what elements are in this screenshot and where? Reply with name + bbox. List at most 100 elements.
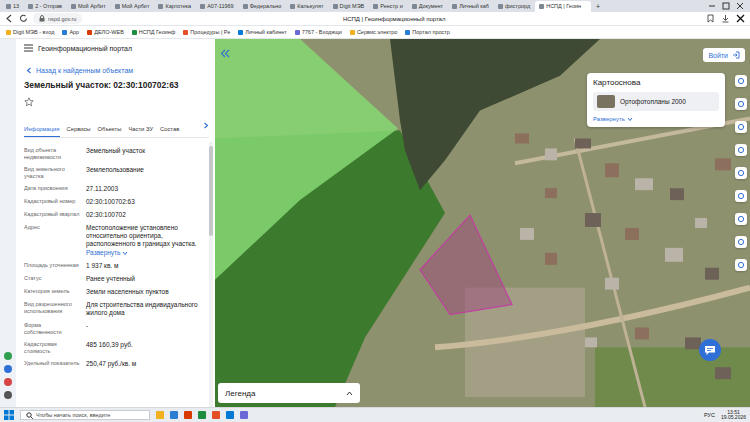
browser-tab[interactable]: Мой Арбит (111, 1, 154, 12)
extension-icon[interactable] (736, 14, 745, 23)
taskbar-app-icon[interactable] (198, 411, 206, 419)
bookmark[interactable]: Личный кабинет (238, 29, 286, 35)
taskbar-app-icon[interactable] (226, 411, 234, 419)
browser-tab[interactable]: Федерально (239, 1, 286, 12)
browser-tab[interactable]: Digit МЭВ (329, 1, 369, 12)
taskbar-app-icon[interactable] (240, 411, 248, 419)
bookmark-favicon-icon (87, 30, 92, 35)
search-icon[interactable] (735, 121, 747, 133)
chevron-right-icon (203, 122, 209, 129)
attribute-value: Земли населенных пунктов (86, 288, 207, 296)
chat-button[interactable] (699, 339, 721, 361)
layers-icon[interactable] (735, 98, 747, 110)
bookmark[interactable]: App (62, 29, 79, 35)
browser-tab[interactable]: фистрорд (494, 1, 534, 12)
bookmark[interactable]: Сервис электро (350, 29, 397, 35)
taskbar-search[interactable]: Чтобы начать поиск, введите (20, 410, 150, 420)
clock[interactable]: 13:5119.05.2026 (721, 410, 746, 421)
menu-icon[interactable] (24, 44, 33, 52)
panel-tab[interactable]: Информация (24, 124, 60, 137)
panel-tab[interactable]: Объекты (98, 124, 122, 137)
attribute-row: Удельный показатель250,47 руб./кв. м (24, 358, 207, 371)
bookmark[interactable]: НСПД Геоинф (132, 29, 176, 35)
bookmark[interactable]: Digit МЭВ - вход (6, 29, 54, 35)
bookmark-icon[interactable] (706, 14, 715, 23)
maximize-icon[interactable] (722, 2, 730, 10)
tabs-scroll-button[interactable] (203, 115, 209, 137)
map-toolbar (735, 75, 747, 271)
back-icon[interactable] (5, 14, 14, 23)
scrollbar[interactable] (209, 142, 213, 407)
refresh-icon[interactable] (19, 14, 28, 23)
new-tab-button[interactable]: + (592, 3, 604, 10)
url-field[interactable]: nspd.gov.ru (33, 13, 82, 24)
taskbar: Чтобы начать поиск, введите РУС 13:5119.05… (0, 407, 750, 422)
mail-icon[interactable] (4, 365, 12, 373)
browser-tab[interactable]: НСПД | Геоин (535, 1, 591, 12)
locate-icon[interactable] (735, 259, 747, 271)
panel-tab[interactable]: Части ЗУ (128, 124, 153, 137)
bookmark[interactable]: 7767 - Входящи (295, 29, 342, 35)
panel-tab[interactable]: Сервисы (67, 124, 91, 137)
info-panel: Геоинформационный портал Назад к найденны… (16, 39, 215, 407)
favicon-icon (333, 4, 338, 9)
settings-icon[interactable] (4, 391, 12, 399)
screen: 132 - ОтправМой АрбитМой АрбитКартотекаА… (0, 0, 750, 422)
close-icon[interactable] (736, 2, 744, 10)
taskbar-app-icon[interactable] (156, 411, 164, 419)
browser-tab[interactable]: 2 - Отправ (24, 1, 66, 12)
browser-tab[interactable]: Личный каб (448, 1, 493, 12)
map[interactable]: ВойтиКартоосноваОртофотопланы 2000Развер… (215, 39, 750, 407)
portal-header: Геоинформационный портал (24, 39, 215, 57)
print-icon[interactable] (735, 167, 747, 179)
basemap-option[interactable]: Ортофотопланы 2000 (593, 92, 719, 111)
home-icon[interactable] (735, 75, 747, 87)
bookmark[interactable]: ДЕЛО-WEB (87, 29, 124, 35)
plus-icon[interactable] (735, 213, 747, 225)
chevron-left-icon (26, 67, 32, 74)
taskbar-app-icon[interactable] (184, 411, 192, 419)
music-icon[interactable] (4, 378, 12, 386)
browser-tab[interactable]: Документ (408, 1, 447, 12)
browser-tab[interactable]: Реестр и (369, 1, 406, 12)
favicon-icon (158, 4, 163, 9)
login-button[interactable]: Войти (703, 48, 745, 62)
back-link[interactable]: Назад к найденным объектам (24, 67, 215, 74)
windows-start-icon[interactable] (4, 410, 14, 420)
attribute-label: Форма собственности (24, 322, 80, 336)
attribute-value: 27.11.2003 (86, 185, 207, 193)
panel-tabs: Информация Сервисы Объекты Части ЗУ Состав (24, 115, 209, 138)
expand-link[interactable]: Развернуть (86, 249, 203, 257)
browser-tab[interactable]: А07-11969 (196, 1, 238, 12)
taskbar-app-icon[interactable] (170, 411, 178, 419)
download-icon[interactable] (721, 14, 730, 23)
minus-icon[interactable] (735, 236, 747, 248)
panel-tab[interactable]: Состав (160, 124, 179, 137)
info-icon[interactable] (735, 190, 747, 202)
page-title: НСПД | Геоинформационный портал (87, 16, 701, 22)
chevron-down-icon (122, 251, 128, 256)
attribute-row: Вид разрешенного использованияДля строит… (24, 299, 207, 320)
language-indicator[interactable]: РУС (704, 412, 715, 418)
attribute-value: 250,47 руб./кв. м (86, 360, 207, 368)
attribute-label: Вид объекта недвижимости (24, 147, 80, 161)
bookmark-favicon-icon (6, 30, 11, 35)
star-icon[interactable] (24, 97, 34, 107)
legend-panel[interactable]: Легенда (218, 383, 360, 403)
ruler-icon[interactable] (735, 144, 747, 156)
search-icon (26, 412, 33, 419)
browser-tab[interactable]: Калькулят (286, 1, 327, 12)
expand-link[interactable]: Развернуть (593, 116, 719, 122)
taskbar-app-icon[interactable] (212, 411, 220, 419)
bookmark[interactable]: Процедуры | Ре (183, 29, 230, 35)
minimize-icon[interactable] (708, 2, 716, 10)
browser-tab[interactable]: Мой Арбит (67, 1, 110, 12)
attribute-label: Кадастровый квартал (24, 211, 80, 219)
bookmark-favicon-icon (62, 30, 67, 35)
bookmark[interactable]: Портал простр (405, 29, 450, 35)
browser-tab[interactable]: 13 (2, 1, 23, 12)
collapse-panel-icon[interactable] (220, 49, 230, 58)
browser-tab[interactable]: Картотека (154, 1, 195, 12)
messenger-icon[interactable] (4, 352, 12, 360)
parcel-outline[interactable] (420, 215, 512, 314)
